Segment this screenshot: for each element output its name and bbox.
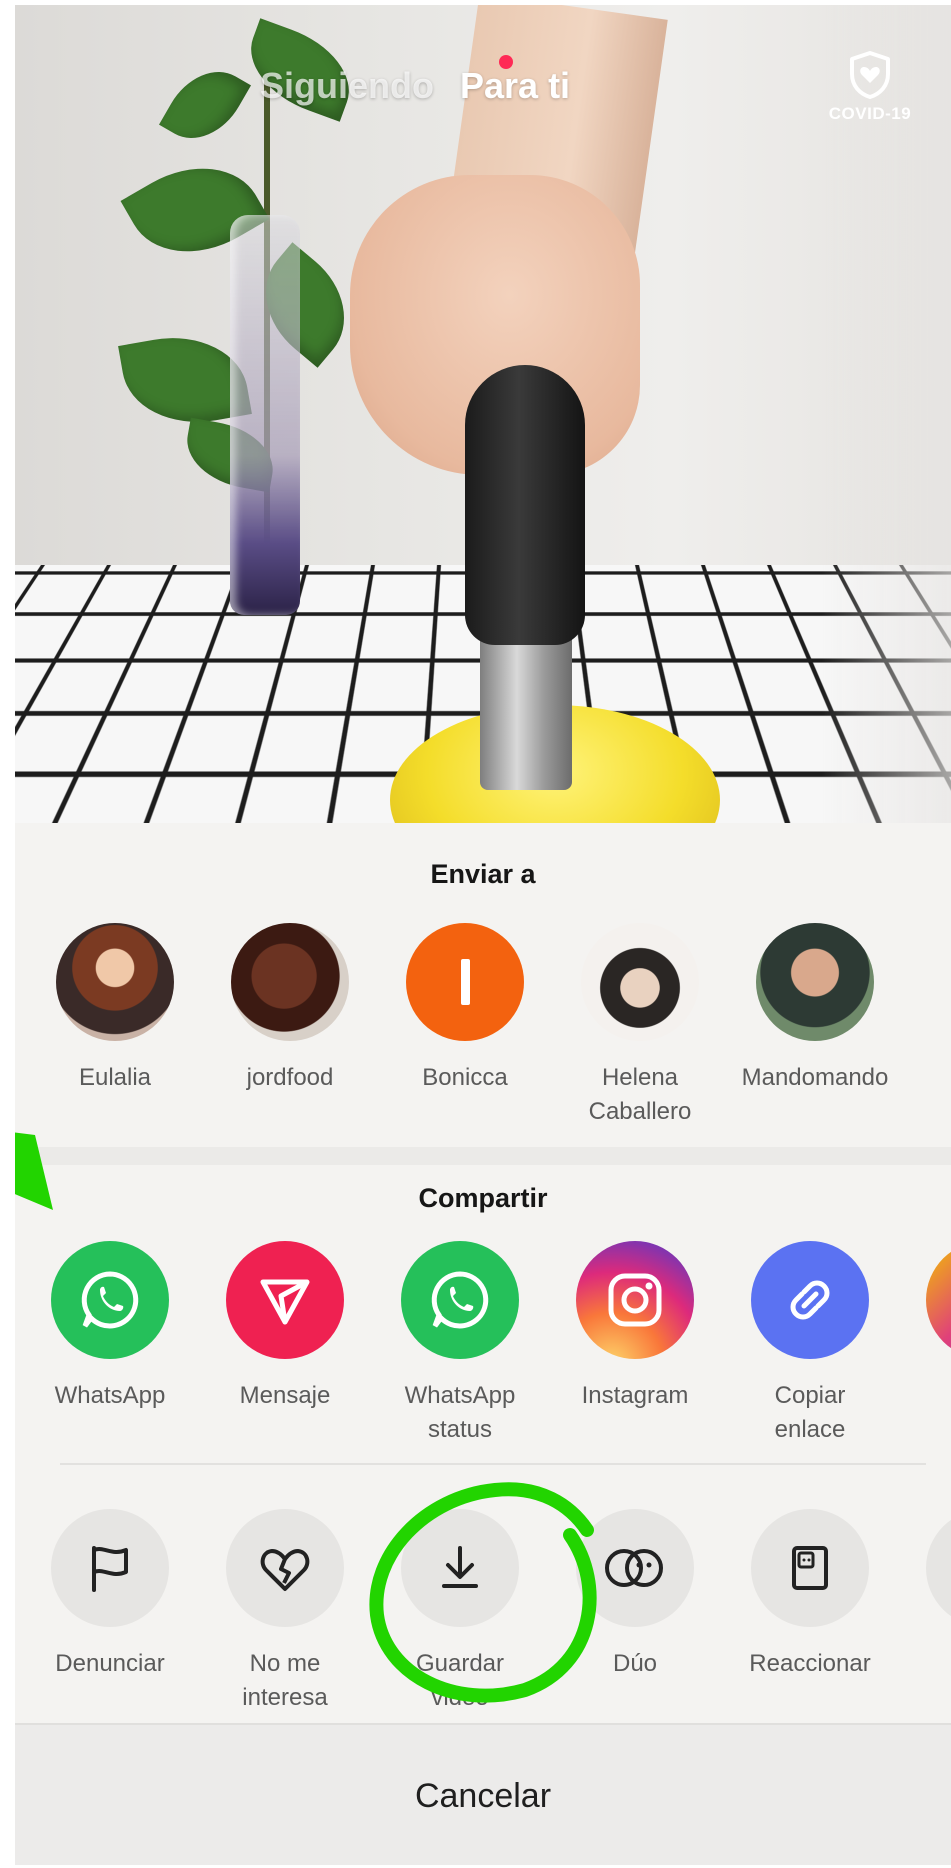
instagram-icon xyxy=(608,1273,662,1327)
react-icon xyxy=(792,1546,828,1590)
share-label: WhatsApp status xyxy=(404,1382,516,1443)
annotation-arrow-icon xyxy=(15,1132,53,1210)
tab-for-you[interactable]: Para ti xyxy=(460,65,570,107)
contact-helena[interactable]: Helena Caballero xyxy=(555,923,725,1129)
vase xyxy=(230,215,300,615)
avatar xyxy=(756,923,874,1041)
share-whatsapp[interactable]: WhatsApp xyxy=(25,1241,195,1413)
contact-name: Eulalia xyxy=(78,1064,152,1091)
action-label: Denunciar xyxy=(55,1650,165,1677)
avatar xyxy=(406,923,524,1041)
shield-heart-icon xyxy=(850,51,890,99)
action-report[interactable]: Denunciar xyxy=(25,1509,195,1681)
tab-following[interactable]: Siguiendo xyxy=(260,65,434,107)
share-instagram[interactable]: Instagram xyxy=(550,1241,720,1413)
contact-jordfood[interactable]: jordfood xyxy=(205,923,375,1095)
action-react[interactable]: Reaccionar xyxy=(725,1509,895,1681)
bonicca-logo-icon xyxy=(460,959,470,1005)
annotation-circle-icon xyxy=(369,1482,597,1703)
contact-bonicca[interactable]: Bonicca xyxy=(380,923,550,1095)
video-player[interactable] xyxy=(15,5,951,825)
contact-eulalia[interactable]: Eulalia xyxy=(30,923,200,1095)
covid-label: COVID-19 xyxy=(828,104,912,123)
action-more-partial[interactable] xyxy=(900,1509,951,1627)
covid-button[interactable]: COVID-19 xyxy=(810,50,930,124)
contact-name: Bonicca xyxy=(422,1064,508,1091)
cancel-button[interactable]: Cancelar xyxy=(15,1723,951,1865)
contact-name: Mandomando xyxy=(741,1064,889,1091)
avatar xyxy=(581,923,699,1041)
whatsapp-icon xyxy=(431,1271,489,1329)
avatar xyxy=(231,923,349,1041)
action-label: Reaccionar xyxy=(749,1650,871,1677)
share-whatsapp-status[interactable]: WhatsApp status xyxy=(375,1241,545,1447)
contact-mandomando[interactable]: Mandomando xyxy=(730,923,900,1095)
top-nav: Siguiendo Para ti COVID-19 xyxy=(15,45,951,125)
action-not-interested[interactable]: No me interesa xyxy=(200,1509,370,1715)
whatsapp-icon xyxy=(81,1271,139,1329)
share-label: Copiar enlace xyxy=(774,1382,846,1443)
share-label: Instagram xyxy=(581,1382,689,1409)
share-label: Mensaje xyxy=(239,1382,331,1409)
share-message[interactable]: Mensaje xyxy=(200,1241,370,1413)
app-screen: Siguiendo Para ti COVID-19 Enviar a Eula… xyxy=(15,5,951,1865)
avatar xyxy=(56,923,174,1041)
share-label: WhatsApp xyxy=(54,1382,166,1409)
flag-icon xyxy=(92,1546,128,1592)
contact-name: jordfood xyxy=(246,1064,334,1091)
send-to-title: Enviar a xyxy=(430,859,536,889)
send-message-icon xyxy=(260,1279,310,1325)
action-label: No me interesa xyxy=(242,1650,328,1711)
corer-handle xyxy=(465,365,585,645)
divider xyxy=(60,1463,926,1465)
share-title: Compartir xyxy=(418,1183,548,1213)
share-more-partial[interactable] xyxy=(900,1241,951,1359)
share-copy-link[interactable]: Copiar enlace xyxy=(725,1241,895,1447)
link-icon xyxy=(790,1280,830,1320)
broken-heart-icon xyxy=(260,1549,310,1591)
contact-name: Helena Caballero xyxy=(588,1064,692,1125)
